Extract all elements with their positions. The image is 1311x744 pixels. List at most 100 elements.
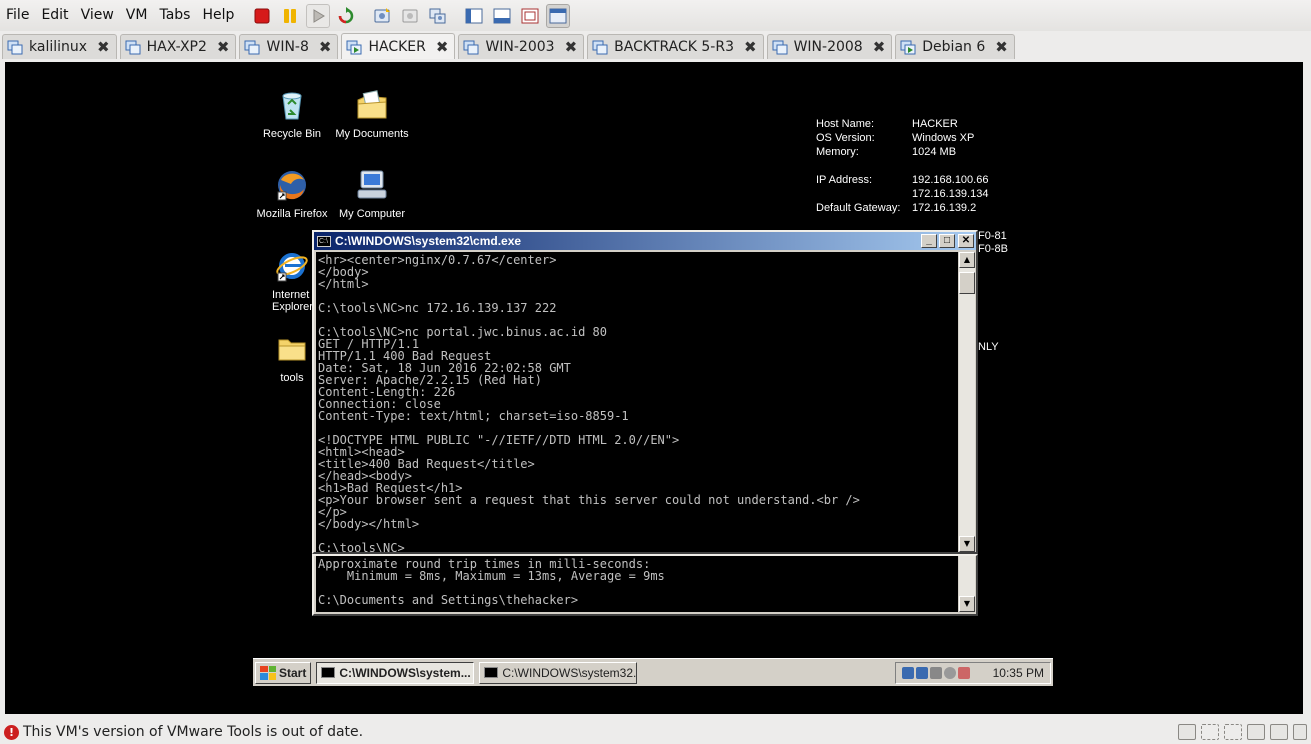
- scrollbar-thumb[interactable]: [959, 272, 975, 294]
- minimize-button[interactable]: _: [921, 234, 937, 248]
- menu-tabs[interactable]: Tabs: [153, 0, 196, 31]
- usb-icon[interactable]: [1270, 724, 1288, 740]
- close-icon[interactable]: ✖: [565, 38, 578, 56]
- revert-snapshot-icon[interactable]: [398, 4, 422, 28]
- tab-kalilinux[interactable]: kalilinux ✖: [2, 34, 117, 59]
- cmd-icon: C:\: [317, 235, 331, 247]
- tab-debian-6[interactable]: Debian 6 ✖: [895, 34, 1015, 59]
- internet-explorer-icon: [276, 253, 308, 282]
- window-title: C:\WINDOWS\system32\cmd.exe: [335, 234, 522, 248]
- close-icon[interactable]: ✖: [995, 38, 1008, 56]
- start-label: Start: [279, 665, 307, 680]
- unity-icon[interactable]: [546, 3, 571, 28]
- icon-label: Mozilla Firefox: [256, 208, 328, 220]
- tab-label: HAX-XP2: [146, 39, 207, 55]
- vm-icon: [592, 40, 608, 55]
- menubar: File Edit View VM Tabs Help: [0, 0, 1311, 31]
- close-icon[interactable]: ✖: [873, 38, 886, 56]
- menu-view[interactable]: View: [75, 0, 120, 31]
- tab-win-8[interactable]: WIN-8 ✖: [239, 34, 339, 59]
- network-adapter-icon[interactable]: [1247, 724, 1265, 740]
- my-documents-icon: [357, 90, 387, 119]
- cmd-window-back[interactable]: Approximate round trip times in milli-se…: [312, 554, 978, 616]
- vm-running-icon: [346, 40, 362, 54]
- desktop-icon-recycle-bin[interactable]: Recycle Bin: [252, 88, 332, 140]
- volume-icon[interactable]: [944, 666, 956, 679]
- close-icon[interactable]: ✖: [744, 38, 757, 56]
- cdrom-icon[interactable]: [1201, 724, 1219, 740]
- start-button[interactable]: Start: [255, 661, 312, 684]
- network-icon[interactable]: [902, 666, 914, 679]
- bginfo-clipped-text: F0-8B: [978, 243, 1008, 255]
- close-icon[interactable]: ✖: [97, 38, 110, 56]
- bginfo-ip: 172.16.139.134: [912, 188, 989, 200]
- message-log-icon[interactable]: [1293, 724, 1307, 740]
- scroll-down-icon[interactable]: ▼: [959, 536, 975, 552]
- menu-vm[interactable]: VM: [120, 0, 154, 31]
- bginfo-memory: 1024 MB: [912, 146, 957, 158]
- taskbar-button-cmd-2[interactable]: C:\WINDOWS\system32...: [479, 661, 638, 684]
- menu-edit[interactable]: Edit: [35, 0, 74, 31]
- scrollbar[interactable]: ▼: [959, 556, 975, 612]
- bginfo-clipped-text: NLY: [978, 341, 999, 353]
- menu-file[interactable]: File: [0, 0, 35, 31]
- vm-tab-bar: kalilinux ✖ HAX-XP2 ✖ WIN-8 ✖ HACKER ✖ W…: [0, 33, 1311, 60]
- quick-switch-icon[interactable]: [462, 4, 486, 28]
- system-tray: 10:35 PM: [895, 661, 1051, 684]
- security-alert-icon[interactable]: [958, 666, 970, 679]
- tab-label: WIN-2003: [485, 39, 555, 55]
- floppy-icon[interactable]: [1224, 724, 1242, 740]
- reset-icon[interactable]: [334, 4, 358, 28]
- snapshot-manager-icon[interactable]: [426, 4, 450, 28]
- title-bar[interactable]: C:\ C:\WINDOWS\system32\cmd.exe _ □ ✕: [314, 232, 976, 250]
- bginfo-ip: 192.168.100.66: [912, 174, 989, 186]
- cmd-window-front[interactable]: C:\ C:\WINDOWS\system32\cmd.exe _ □ ✕ <h…: [312, 230, 978, 554]
- fullscreen-icon[interactable]: [518, 4, 542, 28]
- tab-win-2008[interactable]: WIN-2008 ✖: [766, 34, 893, 59]
- play-icon[interactable]: [306, 3, 331, 28]
- cmd-icon: [484, 667, 499, 678]
- vm-guest-screen[interactable]: Recycle Bin My Documents Mozilla Firefox…: [5, 62, 1303, 714]
- tab-label: HACKER: [368, 38, 426, 55]
- close-button[interactable]: ✕: [958, 234, 974, 248]
- close-icon[interactable]: ✖: [217, 38, 230, 56]
- console-view-icon[interactable]: [490, 4, 514, 28]
- status-bar: ! This VM's version of VMware Tools is o…: [0, 720, 1311, 744]
- tab-label: BACKTRACK 5-R3: [614, 39, 734, 55]
- tab-win-2003[interactable]: WIN-2003 ✖: [458, 34, 585, 59]
- tab-label: Debian 6: [922, 39, 986, 55]
- scrollbar[interactable]: ▲ ▼: [959, 252, 975, 552]
- vm-icon: [244, 40, 260, 55]
- desktop-icon-my-computer[interactable]: My Computer: [332, 168, 412, 220]
- snapshot-icon[interactable]: [370, 4, 394, 28]
- icon-label: My Computer: [338, 208, 406, 220]
- power-off-icon[interactable]: [250, 4, 274, 28]
- device-icons: [1173, 724, 1307, 740]
- menu-help[interactable]: Help: [196, 0, 240, 31]
- tab-label: WIN-2008: [793, 39, 863, 55]
- clock: 10:35 PM: [992, 665, 1044, 680]
- network-icon[interactable]: [916, 666, 928, 679]
- tab-hacker[interactable]: HACKER ✖: [341, 33, 456, 59]
- vmware-tools-icon[interactable]: [930, 666, 942, 679]
- hard-disk-icon[interactable]: [1178, 724, 1196, 740]
- maximize-button[interactable]: □: [939, 234, 955, 248]
- console-output: Approximate round trip times in milli-se…: [316, 556, 958, 612]
- scroll-up-icon[interactable]: ▲: [959, 252, 975, 268]
- scroll-down-icon[interactable]: ▼: [959, 596, 975, 612]
- taskbar-button-cmd-1[interactable]: C:\WINDOWS\system...: [316, 661, 475, 684]
- vm-icon: [125, 40, 141, 55]
- my-computer-icon: [357, 170, 387, 199]
- tab-backtrack[interactable]: BACKTRACK 5-R3 ✖: [587, 34, 764, 59]
- tab-hax-xp2[interactable]: HAX-XP2 ✖: [119, 34, 237, 59]
- close-icon[interactable]: ✖: [319, 38, 332, 56]
- status-message: This VM's version of VMware Tools is out…: [23, 724, 364, 740]
- close-icon[interactable]: ✖: [436, 38, 449, 56]
- desktop-icon-firefox[interactable]: Mozilla Firefox: [252, 168, 332, 220]
- icon-label: My Documents: [335, 128, 409, 140]
- bginfo-label: IP Address:: [816, 174, 873, 186]
- desktop-icon-my-documents[interactable]: My Documents: [332, 88, 412, 140]
- pause-icon[interactable]: [278, 4, 302, 28]
- tab-label: WIN-8: [266, 39, 309, 55]
- firefox-icon: [277, 171, 306, 201]
